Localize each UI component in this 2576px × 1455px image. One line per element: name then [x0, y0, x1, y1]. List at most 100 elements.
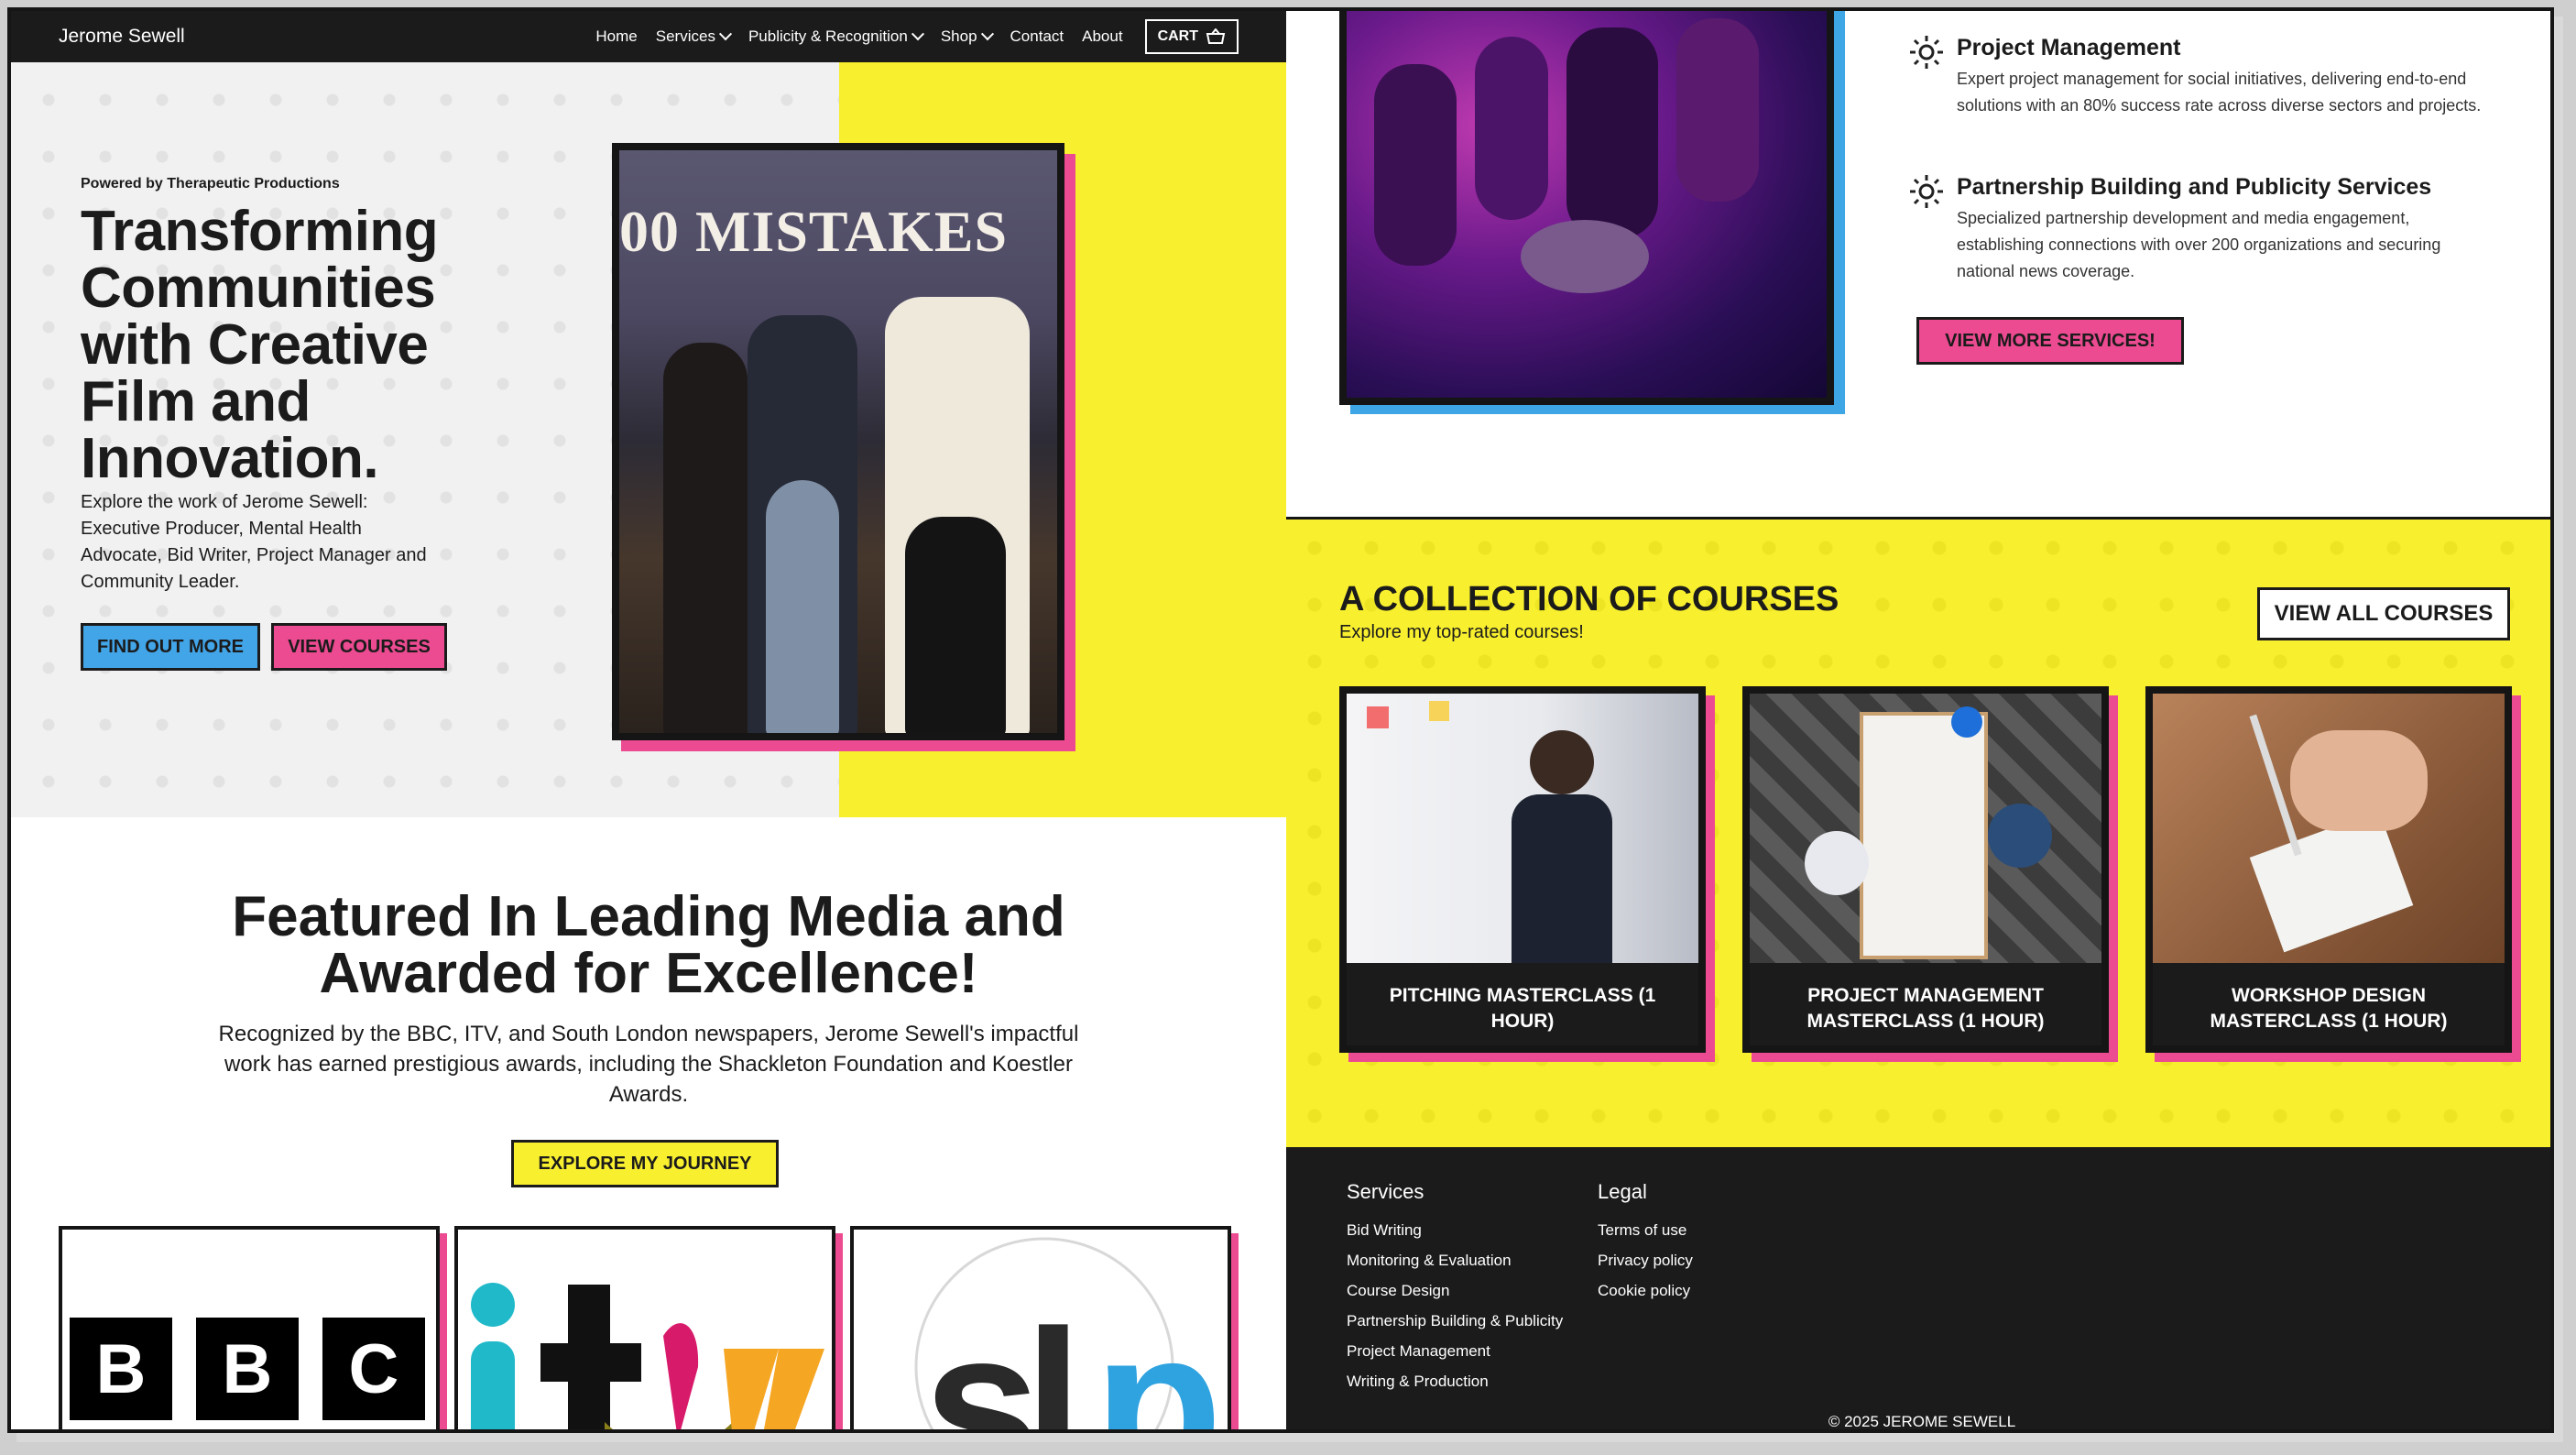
- itv-logo: itv: [458, 1230, 824, 1429]
- svg-text:itv: itv: [458, 1230, 473, 1233]
- service-desc: Expert project management for social ini…: [1957, 70, 2482, 115]
- hand: [2290, 730, 2428, 831]
- cart-label: CART: [1157, 28, 1198, 44]
- footer-link[interactable]: Project Management: [1347, 1336, 1563, 1366]
- view-more-services-button[interactable]: VIEW MORE SERVICES!: [1916, 317, 2184, 365]
- top-nav: Jerome Sewell Home Services Publicity & …: [11, 11, 1286, 62]
- nav-shop-label: Shop: [940, 27, 977, 45]
- powered-by: Powered by Therapeutic Productions: [81, 176, 340, 191]
- footer-services-heading: Services: [1347, 1180, 1424, 1203]
- footer-link[interactable]: Monitoring & Evaluation: [1347, 1245, 1563, 1275]
- sticky-note: [1367, 706, 1389, 728]
- courses-section: A COLLECTION OF COURSES Explore my top-r…: [1286, 517, 2550, 1147]
- copyright: © 2025 JEROME SEWELL: [1828, 1413, 2016, 1430]
- itv-logo-card: itv: [454, 1226, 835, 1429]
- footer-link[interactable]: Cookie policy: [1598, 1275, 1693, 1306]
- service-title: Partnership Building and Publicity Servi…: [1957, 174, 2432, 200]
- course-image: [1750, 694, 2101, 963]
- courses-subtitle: Explore my top-rated courses!: [1339, 622, 1584, 642]
- featured-title: Featured In Leading Media and Awarded fo…: [232, 885, 1065, 1005]
- course-card-project-management[interactable]: PROJECT MANAGEMENT MASTERCLASS (1 HOUR): [1742, 686, 2109, 1053]
- person-figure: [905, 517, 1006, 733]
- bbc-letter: C: [322, 1318, 425, 1420]
- event-photo: [1339, 11, 1834, 405]
- hard-hat: [1951, 706, 1982, 738]
- course-image: [2153, 694, 2505, 963]
- footer-link[interactable]: Bid Writing: [1347, 1215, 1563, 1245]
- sun-icon: [1910, 175, 1943, 208]
- presenter-head: [1530, 730, 1594, 794]
- bbc-logo-card: B B C: [59, 1226, 440, 1429]
- course-image: [1347, 694, 1698, 963]
- find-out-more-button[interactable]: FIND OUT MORE: [81, 623, 260, 671]
- course-label: PROJECT MANAGEMENT MASTERCLASS (1 HOUR): [1806, 985, 2045, 1032]
- bbc-logo: B B C: [70, 1318, 425, 1420]
- slp-letters-sl: sl: [923, 1286, 1068, 1433]
- nav-shop[interactable]: Shop: [940, 27, 994, 46]
- crowd-figure: [1374, 64, 1457, 266]
- chevron-down-icon: [718, 27, 733, 41]
- view-all-courses-button[interactable]: VIEW ALL COURSES: [2257, 587, 2510, 640]
- footer-legal-column: Legal Terms of use Privacy policy Cookie…: [1598, 1180, 1693, 1306]
- presenter-body: [1512, 794, 1612, 963]
- footer-link[interactable]: Course Design: [1347, 1275, 1563, 1306]
- bbc-letter: B: [70, 1318, 172, 1420]
- course-card-workshop[interactable]: WORKSHOP DESIGN MASTERCLASS (1 HOUR): [2145, 686, 2512, 1053]
- slp-logo: sl p: [914, 1237, 1223, 1433]
- course-label: PITCHING MASTERCLASS (1 HOUR): [1389, 985, 1656, 1032]
- footer-link[interactable]: Privacy policy: [1598, 1245, 1693, 1275]
- nav-services[interactable]: Services: [655, 27, 733, 46]
- nav-menu: Home Services Publicity & Recognition Sh…: [595, 27, 1122, 46]
- explore-journey-button[interactable]: EXPLORE MY JOURNEY: [511, 1140, 779, 1187]
- meeting-table: [1860, 712, 1988, 959]
- cart-button[interactable]: CART: [1144, 19, 1239, 54]
- nav-home[interactable]: Home: [595, 27, 637, 46]
- slp-logo-card: sl p: [850, 1226, 1231, 1433]
- slp-letter-p: p: [1094, 1286, 1223, 1433]
- footer-link[interactable]: Writing & Production: [1347, 1366, 1563, 1396]
- service-title: Project Management: [1957, 35, 2181, 60]
- nav-publicity-label: Publicity & Recognition: [748, 27, 908, 45]
- bbc-letter: B: [196, 1318, 299, 1420]
- person-top-view: [1805, 831, 1869, 895]
- view-courses-button[interactable]: VIEW COURSES: [271, 623, 447, 671]
- chevron-down-icon: [980, 27, 994, 41]
- sticky-note: [1429, 701, 1449, 721]
- nav-home-label: Home: [595, 27, 638, 45]
- nav-services-label: Services: [655, 27, 715, 45]
- right-section: Project Management Expert project manage…: [1286, 11, 2550, 1430]
- person-figure: [663, 343, 748, 733]
- site-brand[interactable]: Jerome Sewell: [59, 26, 595, 48]
- person-figure: [766, 480, 839, 733]
- footer: Services Bid Writing Monitoring & Evalua…: [1286, 1147, 2550, 1430]
- course-card-pitching[interactable]: PITCHING MASTERCLASS (1 HOUR): [1339, 686, 1706, 1053]
- sun-icon: [1910, 36, 1943, 69]
- crowd-figure: [1676, 18, 1759, 202]
- crowd-figure: [1566, 27, 1658, 238]
- service-desc: Specialized partnership development and …: [1957, 209, 2441, 280]
- hero-photo: 00 MISTAKES: [612, 143, 1064, 740]
- featured-subtitle: Recognized by the BBC, ITV, and South Lo…: [218, 1022, 1079, 1107]
- nav-publicity[interactable]: Publicity & Recognition: [748, 27, 924, 46]
- footer-legal-heading: Legal: [1598, 1180, 1647, 1203]
- crowd-figure: [1475, 37, 1548, 220]
- hero-subtitle: Explore the work of Jerome Sewell: Execu…: [81, 492, 427, 592]
- left-section: Jerome Sewell Home Services Publicity & …: [11, 11, 1286, 1433]
- footer-link[interactable]: Partnership Building & Publicity: [1347, 1306, 1563, 1336]
- photo-banner-text: 00 MISTAKES: [619, 199, 1009, 264]
- nav-contact-label: Contact: [1010, 27, 1064, 45]
- table-top: [1521, 220, 1649, 293]
- browser-page: Jerome Sewell Home Services Publicity & …: [7, 7, 2554, 1433]
- person-top-view: [1988, 804, 2052, 868]
- course-label: WORKSHOP DESIGN MASTERCLASS (1 HOUR): [2210, 985, 2448, 1032]
- basket-icon: [1206, 28, 1226, 44]
- courses-title: A COLLECTION OF COURSES: [1339, 580, 1839, 618]
- nav-contact[interactable]: Contact: [1010, 27, 1064, 46]
- chevron-down-icon: [911, 27, 924, 41]
- footer-link[interactable]: Terms of use: [1598, 1215, 1693, 1245]
- nav-about[interactable]: About: [1082, 27, 1122, 46]
- nav-about-label: About: [1082, 27, 1123, 45]
- hero-title: Transforming Communities with Creative F…: [81, 200, 439, 490]
- footer-services-column: Services Bid Writing Monitoring & Evalua…: [1347, 1180, 1563, 1396]
- notepad: [2249, 810, 2414, 953]
